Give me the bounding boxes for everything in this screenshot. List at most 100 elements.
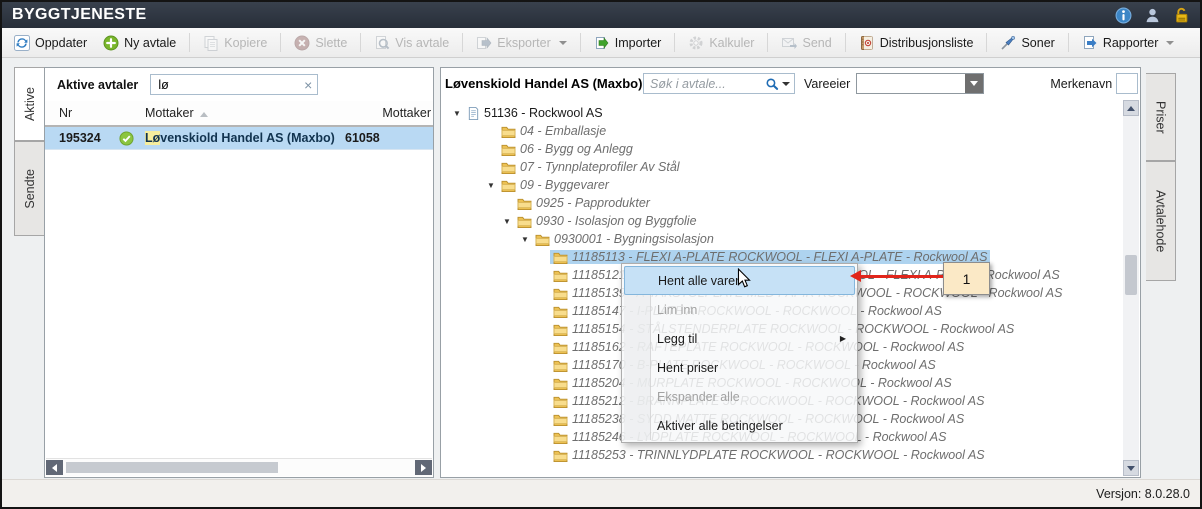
vareeier-dropdown[interactable] — [856, 73, 984, 94]
toolbar-separator — [986, 33, 987, 52]
tree-node[interactable]: ▼0930 - Isolasjon og Byggfolie — [442, 212, 1123, 230]
expander-collapse-icon[interactable]: ▼ — [484, 181, 498, 190]
expander-collapse-icon[interactable]: ▼ — [518, 235, 532, 244]
tree-node-content[interactable]: 0930 - Isolasjon og Byggfolie — [514, 214, 700, 228]
context-menu-item-hent-priser[interactable]: Hent priser — [624, 353, 855, 382]
tab-aktive[interactable]: Aktive — [14, 67, 45, 141]
tree-node[interactable]: 04 - Emballasje — [442, 122, 1123, 140]
toolbar-button-distribusjonsliste[interactable]: Distribusjonsliste — [851, 32, 982, 54]
tree-node[interactable]: 07 - Tynnplateprofiler Av Stål — [442, 158, 1123, 176]
tree-node-content[interactable]: 06 - Bygg og Anlegg — [498, 142, 636, 156]
toolbar-button-label: Soner — [1021, 36, 1054, 50]
scroll-down-icon[interactable] — [1123, 460, 1139, 476]
titlebar: BYGGTJENESTE — [2, 2, 1200, 28]
folder-icon — [517, 197, 532, 210]
folder-icon — [553, 287, 568, 300]
reports-icon — [1082, 35, 1098, 51]
titlebar-icons — [1115, 7, 1190, 24]
tree-node-content[interactable]: 11185113 - FLEXI A-PLATE ROCKWOOL - FLEX… — [550, 250, 990, 264]
view-icon — [374, 35, 390, 51]
agreements-title: Aktive avtaler — [57, 78, 138, 92]
toolbar-button-soner[interactable]: Soner — [992, 32, 1062, 54]
context-menu-item-legg-til[interactable]: Legg til▶ — [624, 324, 855, 353]
left-tab-strip: AktiveSendte — [14, 67, 45, 236]
distribution-list-icon — [859, 35, 875, 51]
horizontal-scrollbar[interactable] — [46, 458, 432, 476]
toolbar-button-importer[interactable]: Importer — [586, 32, 670, 54]
toolbar-button-eksporter: Eksporter — [468, 32, 575, 54]
vertical-scrollbar[interactable] — [1123, 100, 1139, 476]
column-header-mottakernr[interactable]: Mottaker — [345, 106, 433, 120]
tree-node-label: 51136 - Rockwool AS — [484, 106, 603, 120]
scrollbar-thumb[interactable] — [66, 462, 278, 473]
scroll-left-icon[interactable] — [46, 460, 63, 475]
toolbar-button-ny-avtale[interactable]: Ny avtale — [95, 32, 184, 54]
search-icon[interactable] — [765, 77, 779, 91]
tree-node-content[interactable]: 0925 - Papprodukter — [514, 196, 653, 210]
tree-node-content[interactable]: 51136 - Rockwool AS — [464, 106, 606, 121]
toolbar-button-rapporter[interactable]: Rapporter — [1074, 32, 1183, 54]
calculate-icon — [688, 35, 704, 51]
tree-node-label: 06 - Bygg og Anlegg — [520, 142, 633, 156]
agreements-column-header: Nr Mottaker Mottaker — [45, 101, 433, 127]
search-in-agreement-box[interactable] — [643, 73, 795, 94]
agreements-filter-input[interactable] — [156, 77, 304, 93]
clear-filter-icon[interactable]: × — [304, 78, 312, 92]
scrollbar-thumb[interactable] — [1125, 255, 1137, 295]
menu-item-label: Aktiver alle betingelser — [657, 419, 783, 433]
tab-priser[interactable]: Priser — [1146, 73, 1176, 161]
toolbar-separator — [462, 33, 463, 52]
toolbar-button-label: Vis avtale — [395, 36, 449, 50]
column-header-mottaker[interactable]: Mottaker — [145, 106, 345, 120]
tree-node[interactable]: ▼0930001 - Bygningsisolasjon — [442, 230, 1123, 248]
tree-node[interactable]: ▼ 09 - Byggevarer — [442, 176, 1123, 194]
merkenavn-input[interactable] — [1116, 73, 1138, 94]
export-icon — [476, 35, 492, 51]
toolbar-separator — [767, 33, 768, 52]
tab-avtalehode[interactable]: Avtalehode — [1146, 161, 1176, 281]
tree-node[interactable]: 11185253 - TRINNLYDPLATE ROCKWOOL - ROCK… — [442, 446, 1123, 464]
tree-node-content[interactable]: 09 - Byggevarer — [498, 178, 612, 192]
folder-icon — [553, 269, 568, 282]
tree-node[interactable]: ▼ 51136 - Rockwool AS — [442, 104, 1123, 122]
match-highlight: Lø — [145, 131, 160, 145]
toolbar-button-label: Ny avtale — [124, 36, 176, 50]
search-in-agreement-input[interactable] — [648, 76, 765, 92]
menu-item-label: Lim inn — [657, 303, 697, 317]
expander-collapse-icon[interactable]: ▼ — [500, 217, 514, 226]
tab-sendte[interactable]: Sendte — [14, 141, 45, 236]
folder-icon — [501, 143, 516, 156]
detail-header: Løvenskiold Handel AS (Maxbo) Vareeier M… — [441, 68, 1140, 99]
tree-node[interactable]: 0925 - Papprodukter — [442, 194, 1123, 212]
table-row[interactable]: 195324 Løvenskiold Handel AS (Maxbo) 610… — [45, 127, 433, 150]
app-window: BYGGTJENESTE OppdaterNy avtaleKopiereSle… — [0, 0, 1202, 509]
folder-icon — [553, 449, 568, 462]
toolbar-button-label: Eksporter — [497, 36, 551, 50]
search-options-caret-icon[interactable] — [782, 82, 790, 86]
scroll-right-icon[interactable] — [415, 460, 432, 475]
user-icon[interactable] — [1144, 7, 1161, 24]
tree-node-content[interactable]: 07 - Tynnplateprofiler Av Stål — [498, 160, 683, 174]
dropdown-button[interactable] — [965, 74, 983, 93]
tree-node[interactable]: 06 - Bygg og Anlegg — [442, 140, 1123, 158]
row-nr: 195324 — [59, 131, 119, 145]
tree-node-label: 09 - Byggevarer — [520, 178, 609, 192]
toolbar-separator — [845, 33, 846, 52]
lock-icon[interactable] — [1173, 7, 1190, 24]
row-mottakernr: 61058 — [345, 131, 433, 145]
context-menu-item-aktiver-alle-betingelser[interactable]: Aktiver alle betingelser — [624, 411, 855, 440]
toolbar-button-slette: Slette — [286, 32, 355, 54]
scroll-up-icon[interactable] — [1123, 100, 1139, 116]
delete-icon — [294, 35, 310, 51]
column-header-nr[interactable]: Nr — [59, 106, 119, 120]
folder-icon — [553, 305, 568, 318]
agreements-panel: Aktive avtaler × Nr Mottaker Mottaker 19… — [44, 67, 434, 478]
tree-node-label: 0925 - Papprodukter — [536, 196, 650, 210]
toolbar-button-oppdater[interactable]: Oppdater — [6, 32, 95, 54]
agreements-filter-box[interactable]: × — [150, 74, 318, 95]
info-icon[interactable] — [1115, 7, 1132, 24]
expander-collapse-icon[interactable]: ▼ — [450, 109, 464, 118]
tree-node-content[interactable]: 04 - Emballasje — [498, 124, 609, 138]
tree-node-content[interactable]: 0930001 - Bygningsisolasjon — [532, 232, 717, 246]
tree-node-content[interactable]: 11185253 - TRINNLYDPLATE ROCKWOOL - ROCK… — [550, 448, 988, 462]
